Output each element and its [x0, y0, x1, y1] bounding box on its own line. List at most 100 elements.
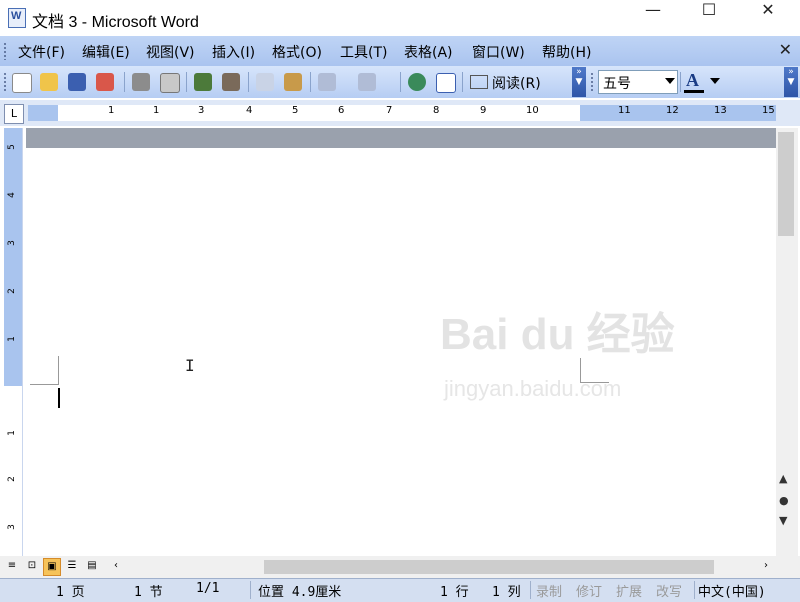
ruler-tick: 1 [6, 430, 17, 436]
margin-corner-mark [30, 356, 59, 385]
ruler-tick: 9 [480, 105, 487, 116]
horizontal-ruler[interactable]: 1 1 3 4 5 6 7 8 9 10 11 12 13 15 [28, 105, 776, 121]
chevron-down-icon [665, 78, 675, 84]
permission-icon[interactable] [96, 73, 114, 91]
vertical-scroll-thumb[interactable] [778, 132, 794, 236]
font-size-select[interactable]: 五号 [598, 70, 678, 94]
spelling-icon[interactable] [194, 73, 212, 91]
web-layout-view-icon[interactable]: ⊡ [24, 558, 40, 574]
document-close-button[interactable]: ✕ [779, 40, 792, 59]
maximize-button[interactable]: ☐ [686, 0, 732, 34]
status-overtype[interactable]: 改写 [656, 581, 682, 600]
print-layout-view-icon[interactable]: ▣ [43, 558, 61, 576]
ruler-tick: 2 [6, 288, 17, 294]
menu-format[interactable]: 格式(O) [272, 42, 322, 62]
ruler-tick: 5 [292, 105, 299, 116]
read-label: 阅读(R) [492, 76, 541, 92]
menu-insert[interactable]: 插入(I) [212, 42, 255, 62]
reading-view-icon[interactable]: ▤ [84, 558, 100, 574]
status-record[interactable]: 录制 [536, 581, 562, 600]
normal-view-icon[interactable]: ≡ [4, 558, 20, 574]
ruler-tick: 3 [6, 240, 17, 246]
scroll-left-icon[interactable]: ‹ [108, 558, 124, 574]
ibeam-pointer-icon: I [185, 356, 195, 375]
word-app-icon[interactable] [8, 8, 26, 28]
menu-tools[interactable]: 工具(T) [340, 42, 387, 62]
research-icon[interactable] [222, 73, 240, 91]
status-bar: 1 页 1 节 1/1 位置 4.9厘米 1 行 1 列 录制 修订 扩展 改写… [0, 578, 800, 602]
left-margin-area [28, 105, 58, 121]
toolbar-grip-handle[interactable] [3, 72, 7, 92]
ruler-tick: 2 [6, 476, 17, 482]
read-button[interactable]: 阅读(R) [470, 73, 541, 93]
toolbar-separator [124, 72, 125, 92]
menu-view[interactable]: 视图(V) [146, 42, 195, 62]
text-cursor [58, 388, 60, 408]
minimize-button[interactable]: — [630, 0, 676, 34]
toolbar-separator [400, 72, 401, 92]
vertical-scrollbar[interactable]: ▲ ● ▼ [776, 128, 798, 556]
open-folder-icon[interactable] [40, 73, 58, 91]
menu-table[interactable]: 表格(A) [404, 42, 453, 62]
print-icon[interactable] [132, 73, 150, 91]
ruler-tick: 4 [246, 105, 253, 116]
scroll-right-icon[interactable]: › [758, 558, 774, 574]
toolbar-separator [462, 72, 463, 92]
toolbar-separator [680, 72, 681, 92]
menu-window[interactable]: 窗口(W) [472, 42, 525, 62]
ruler-tick: 13 [714, 105, 727, 116]
print-preview-icon[interactable] [160, 73, 180, 93]
status-language: 中文(中国) [698, 585, 766, 600]
top-margin-area [4, 128, 22, 386]
table-icon[interactable] [436, 73, 456, 93]
redo-icon[interactable] [358, 73, 376, 91]
menu-file[interactable]: 文件(F) [18, 42, 65, 62]
ruler-tick: 1 [153, 105, 160, 116]
browse-object-icon[interactable]: ● [779, 494, 789, 507]
ruler-tick: 4 [6, 192, 17, 198]
status-separator [250, 581, 251, 599]
outline-view-icon[interactable]: ☰ [64, 558, 80, 574]
status-separator [694, 581, 695, 599]
copy-icon[interactable] [256, 73, 274, 91]
undo-icon[interactable] [318, 73, 336, 91]
status-page: 1 页 [56, 585, 85, 600]
close-button[interactable]: ✕ [745, 0, 791, 34]
status-section: 1 节 [134, 585, 163, 600]
horizontal-scroll-thumb[interactable] [264, 560, 714, 574]
paste-icon[interactable] [284, 73, 302, 91]
ruler-tick: 1 [108, 105, 115, 116]
vertical-ruler[interactable]: 5 4 3 2 1 1 2 3 [4, 128, 23, 556]
menu-bar: 文件(F) 编辑(E) 视图(V) 插入(I) 格式(O) 工具(T) 表格(A… [0, 36, 800, 66]
formatting-overflow-button[interactable]: » ▼ [784, 67, 798, 97]
status-page-count: 1/1 [196, 581, 220, 596]
ruler-tick: 11 [618, 105, 631, 116]
toolbar-overflow-button[interactable]: » ▼ [572, 67, 586, 97]
menu-edit[interactable]: 编辑(E) [82, 42, 130, 62]
formatting-grip-handle[interactable] [590, 72, 594, 92]
toolbar-separator [186, 72, 187, 92]
ruler-tick: 5 [6, 144, 17, 150]
next-page-icon[interactable]: ▼ [779, 514, 787, 527]
status-extend[interactable]: 扩展 [616, 581, 642, 600]
ruler-tick: 15 [762, 105, 775, 116]
standard-toolbar: 阅读(R) » ▼ » ▼ [0, 66, 800, 98]
toolbar-separator [310, 72, 311, 92]
status-track-changes[interactable]: 修订 [576, 581, 602, 600]
menu-help[interactable]: 帮助(H) [542, 42, 591, 62]
read-icon [470, 75, 488, 89]
tab-selector-button[interactable]: L [4, 104, 24, 124]
status-column: 1 列 [492, 585, 521, 600]
hyperlink-icon[interactable] [408, 73, 426, 91]
menu-grip-handle[interactable] [3, 42, 7, 60]
new-document-icon[interactable] [12, 73, 32, 93]
save-icon[interactable] [68, 73, 86, 91]
previous-page-icon[interactable]: ▲ [779, 472, 787, 485]
title-bar: 文档 3 - Microsoft Word — ☐ ✕ [0, 0, 800, 35]
font-color-button[interactable]: A [686, 70, 699, 91]
toolbar-separator [248, 72, 249, 92]
ruler-tick: 3 [6, 524, 17, 530]
ruler-tick: 7 [386, 105, 393, 116]
font-color-dropdown-icon[interactable] [710, 78, 720, 84]
status-position: 位置 4.9厘米 [258, 585, 342, 600]
